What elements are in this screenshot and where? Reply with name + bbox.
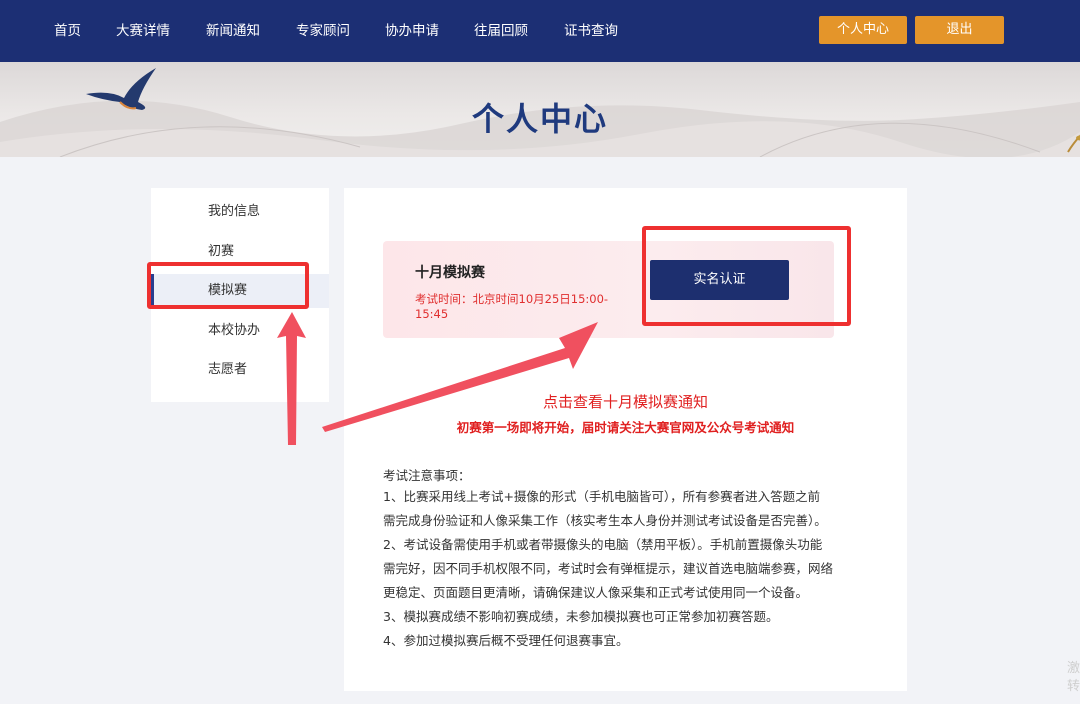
note-line: 2、考试设备需使用手机或者带摄像头的电脑（禁用平板）。手机前置摄像头功能 xyxy=(383,537,823,552)
note-line: 4、参加过模拟赛后概不受理任何退赛事宜。 xyxy=(383,633,629,648)
nav-home[interactable]: 首页 xyxy=(54,21,81,41)
page-banner: 个人中心 xyxy=(0,62,1080,157)
nav-certificate[interactable]: 证书查询 xyxy=(564,21,618,41)
exam-time: 考试时间：北京时间10月25日15:00-15:45 xyxy=(415,292,609,321)
note-line: 更稳定、页面题目更清晰，请确保建议人像采集和正式考试使用同一个设备。 xyxy=(383,585,809,600)
sidebar-item-school-coorganize[interactable]: 本校协办 xyxy=(151,314,329,348)
nav-experts[interactable]: 专家顾问 xyxy=(296,21,350,41)
nav-co-organize[interactable]: 协办申请 xyxy=(385,21,439,41)
page-title: 个人中心 xyxy=(471,100,608,138)
note-line: 1、比赛采用线上考试+摄像的形式（手机电脑皆可），所有参赛者进入答题之前 xyxy=(383,489,821,504)
sidebar-item-my-info[interactable]: 我的信息 xyxy=(151,195,329,229)
top-navigation: 首页 大赛详情 新闻通知 专家顾问 协办申请 往届回顾 证书查询 个人中心 退出 xyxy=(0,0,1080,62)
exam-title: 十月模拟赛 xyxy=(415,265,485,281)
highlight-box-sidebar xyxy=(147,262,309,309)
note-line: 3、模拟赛成绩不影响初赛成绩，未参加模拟赛也可正常参加初赛答题。 xyxy=(383,609,779,624)
notes-title: 考试注意事项： xyxy=(383,468,471,483)
watermark: 激转 xyxy=(1066,661,1080,694)
sidebar-item-volunteer[interactable]: 志愿者 xyxy=(151,353,329,387)
nav-past-review[interactable]: 往届回顾 xyxy=(474,21,528,41)
nav-news[interactable]: 新闻通知 xyxy=(206,21,260,41)
note-line: 需完好，因不同手机权限不同，考试时会有弹框提示，建议首选电脑端参赛，网络 xyxy=(383,561,834,576)
highlight-box-verify xyxy=(642,226,851,326)
note-line: 需完成身份验证和人像采集工作（核实考生本人身份并测试考试设备是否完善）。 xyxy=(383,513,827,528)
nav-competition-details[interactable]: 大赛详情 xyxy=(116,21,170,41)
notice-subtitle: 初赛第一场即将开始，届时请关注大赛官网及公众号考试通知 xyxy=(456,420,795,435)
mock-exam-notice-link[interactable]: 点击查看十月模拟赛通知 xyxy=(344,391,907,412)
logout-button[interactable]: 退出 xyxy=(915,16,1004,44)
personal-center-button[interactable]: 个人中心 xyxy=(819,16,907,44)
